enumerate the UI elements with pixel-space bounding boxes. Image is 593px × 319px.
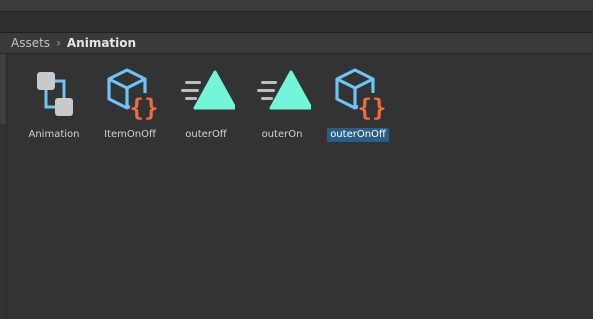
- svg-text:{}: {}: [130, 94, 159, 122]
- window-title-bar: [0, 0, 593, 12]
- breadcrumb-animation[interactable]: Animation: [67, 36, 136, 50]
- animator-controller-icon: {}: [107, 68, 159, 122]
- asset-item-outeronoff[interactable]: {} outerOnOff: [319, 66, 397, 146]
- svg-text:{}: {}: [358, 94, 387, 122]
- asset-label: outerOff: [185, 129, 227, 140]
- project-window: Assets › Animation Animation {} ItemOnOf…: [0, 0, 593, 319]
- breadcrumb-bar: Assets › Animation: [0, 33, 593, 54]
- animator-controller-icon: {}: [335, 68, 387, 122]
- asset-grid: Animation {} ItemOnOff outerOff outerOn …: [0, 54, 593, 319]
- breadcrumb-assets[interactable]: Assets: [11, 36, 50, 50]
- project-toolbar: [0, 12, 593, 33]
- asset-item-outeroff[interactable]: outerOff: [167, 66, 245, 146]
- panel-divider: [6, 54, 7, 319]
- asset-label: Animation: [28, 129, 80, 140]
- asset-item-itemonoff[interactable]: {} ItemOnOff: [91, 66, 169, 146]
- asset-item-animation[interactable]: Animation: [15, 66, 93, 146]
- asset-label-selected: outerOnOff: [327, 128, 389, 142]
- animation-clip-icon: [181, 70, 235, 110]
- animation-clip-icon: [257, 70, 311, 110]
- asset-label: outerOn: [261, 129, 303, 140]
- breadcrumb: Assets › Animation: [11, 36, 136, 50]
- folder-animation-graph-icon: [37, 72, 73, 116]
- asset-label: ItemOnOff: [104, 129, 156, 140]
- asset-item-outeron[interactable]: outerOn: [243, 66, 321, 146]
- chevron-right-icon: ›: [56, 36, 61, 50]
